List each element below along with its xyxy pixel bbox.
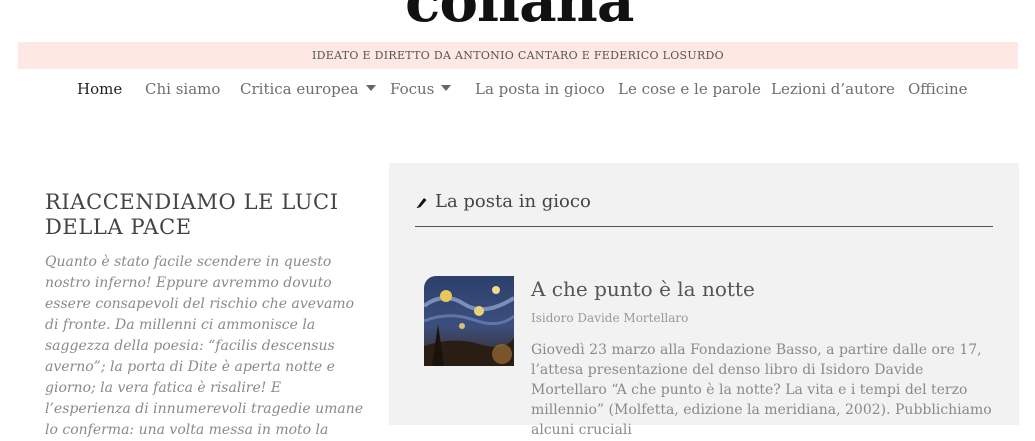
nav-lezioni-dautore[interactable]: Lezioni d’autore: [771, 80, 895, 98]
nav-critica-europea[interactable]: Critica europea: [240, 80, 376, 98]
nav-chi-siamo[interactable]: Chi siamo: [145, 80, 220, 98]
nav-critica-europea-label: Critica europea: [240, 80, 359, 98]
article-excerpt: Giovedì 23 marzo alla Fondazione Basso, …: [531, 342, 992, 438]
article-thumbnail[interactable]: [424, 276, 514, 366]
header-banner: IDEATO E DIRETTO DA ANTONIO CANTARO E FE…: [18, 42, 1018, 69]
panel-title[interactable]: La posta in gioco: [435, 191, 591, 212]
pen-icon: [416, 198, 427, 208]
banner-text: IDEATO E DIRETTO DA ANTONIO CANTARO E FE…: [312, 49, 724, 62]
site-logo[interactable]: collana: [405, 0, 634, 30]
article-title[interactable]: A che punto è la notte: [531, 277, 755, 301]
featured-excerpt: Quanto è stato facile scendere in questo…: [45, 254, 364, 438]
featured-title[interactable]: RIACCENDIAMO LE LUCI DELLA PACE: [45, 190, 370, 240]
article-author[interactable]: Isidoro Davide Mortellaro: [531, 311, 688, 325]
caret-down-icon: [365, 85, 376, 91]
panel-header: La posta in gioco: [415, 191, 993, 227]
posta-in-gioco-panel: La posta in gioco A che punto è la notte: [389, 163, 1019, 438]
nav-focus-label: Focus: [390, 80, 435, 98]
starry-night-image: [424, 276, 514, 366]
nav-la-posta-in-gioco[interactable]: La posta in gioco: [475, 80, 605, 98]
nav-officine[interactable]: Officine: [908, 80, 968, 98]
caret-down-icon: [441, 85, 452, 91]
nav-focus[interactable]: Focus: [390, 80, 452, 98]
nav-home[interactable]: Home: [77, 80, 122, 98]
nav-le-cose-e-le-parole[interactable]: Le cose e le parole: [618, 80, 761, 98]
main-nav: Home Chi siamo Critica europea Focus La …: [0, 80, 1035, 104]
featured-article: RIACCENDIAMO LE LUCI DELLA PACE Quanto è…: [45, 190, 370, 441]
